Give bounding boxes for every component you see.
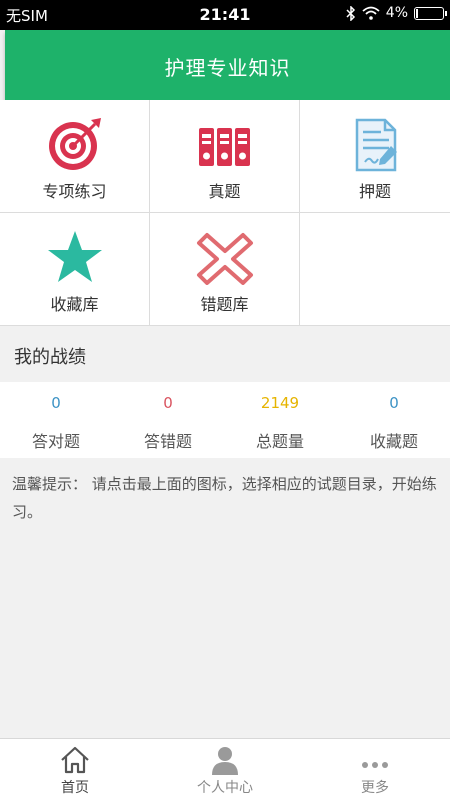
document-pen-icon <box>355 118 397 172</box>
grid-item-special-practice[interactable]: 专项练习 <box>0 100 150 213</box>
stat-label: 总题量 <box>255 432 304 451</box>
grid-item-label: 押题 <box>358 182 391 201</box>
binders-icon <box>198 128 250 166</box>
star-icon <box>47 231 102 282</box>
stat-value: 0 <box>163 394 173 412</box>
bluetooth-icon <box>346 5 355 21</box>
status-indicators: 4% <box>346 5 447 21</box>
page-title: 护理专业知识 <box>164 56 291 80</box>
battery-percent: 4% <box>385 5 408 21</box>
status-bar: 无SIM 21:41 4% <box>0 0 450 30</box>
tab-label: 更多 <box>361 780 389 796</box>
grid-item-wrong-answers[interactable]: 错题库 <box>150 213 300 326</box>
tab-more[interactable]: 更多 <box>300 739 450 800</box>
grid-item-past-exams[interactable]: 真题 <box>150 100 300 213</box>
stats-panel: 0 答对题 0 答错题 2149 总题量 0 收藏题 <box>0 382 450 458</box>
stats-title: 我的战绩 <box>14 347 86 368</box>
grid-item-label: 错题库 <box>200 295 249 314</box>
tab-label: 个人中心 <box>197 780 253 796</box>
category-grid: 专项练习 真题 押题 收藏库 错题库 <box>0 100 450 326</box>
app-header: 护理专业知识 <box>5 30 450 100</box>
home-icon <box>61 746 89 774</box>
grid-item-predicted-questions[interactable]: 押题 <box>300 100 450 213</box>
grid-item-favorites[interactable]: 收藏库 <box>0 213 150 326</box>
battery-icon <box>414 6 447 20</box>
stat-value: 0 <box>51 394 61 412</box>
grid-item-label: 收藏库 <box>50 295 99 314</box>
tip-text: 温馨提示： 请点击最上面的图标，选择相应的试题目录，开始练习。 <box>12 475 437 521</box>
stat-label: 答对题 <box>31 432 80 451</box>
tab-label: 首页 <box>61 780 89 796</box>
stat-label: 答错题 <box>143 432 192 451</box>
grid-empty-cell <box>300 213 450 326</box>
battery-level <box>416 8 418 18</box>
tab-personal-center[interactable]: 个人中心 <box>150 739 300 800</box>
stat-value: 0 <box>389 394 399 412</box>
grid-item-label: 真题 <box>208 182 241 201</box>
target-icon <box>48 118 101 170</box>
cross-icon <box>196 233 253 285</box>
grid-item-label: 专项练习 <box>42 182 107 201</box>
bottom-tab-bar: 首页 个人中心 更多 <box>0 738 450 800</box>
more-dots-icon <box>362 762 388 768</box>
person-icon <box>212 747 238 775</box>
tab-home[interactable]: 首页 <box>0 739 150 800</box>
stat-label: 收藏题 <box>369 432 418 451</box>
wifi-icon <box>362 6 380 20</box>
stats-section-header: 我的战绩 <box>0 328 450 380</box>
stat-value: 2149 <box>260 394 300 412</box>
